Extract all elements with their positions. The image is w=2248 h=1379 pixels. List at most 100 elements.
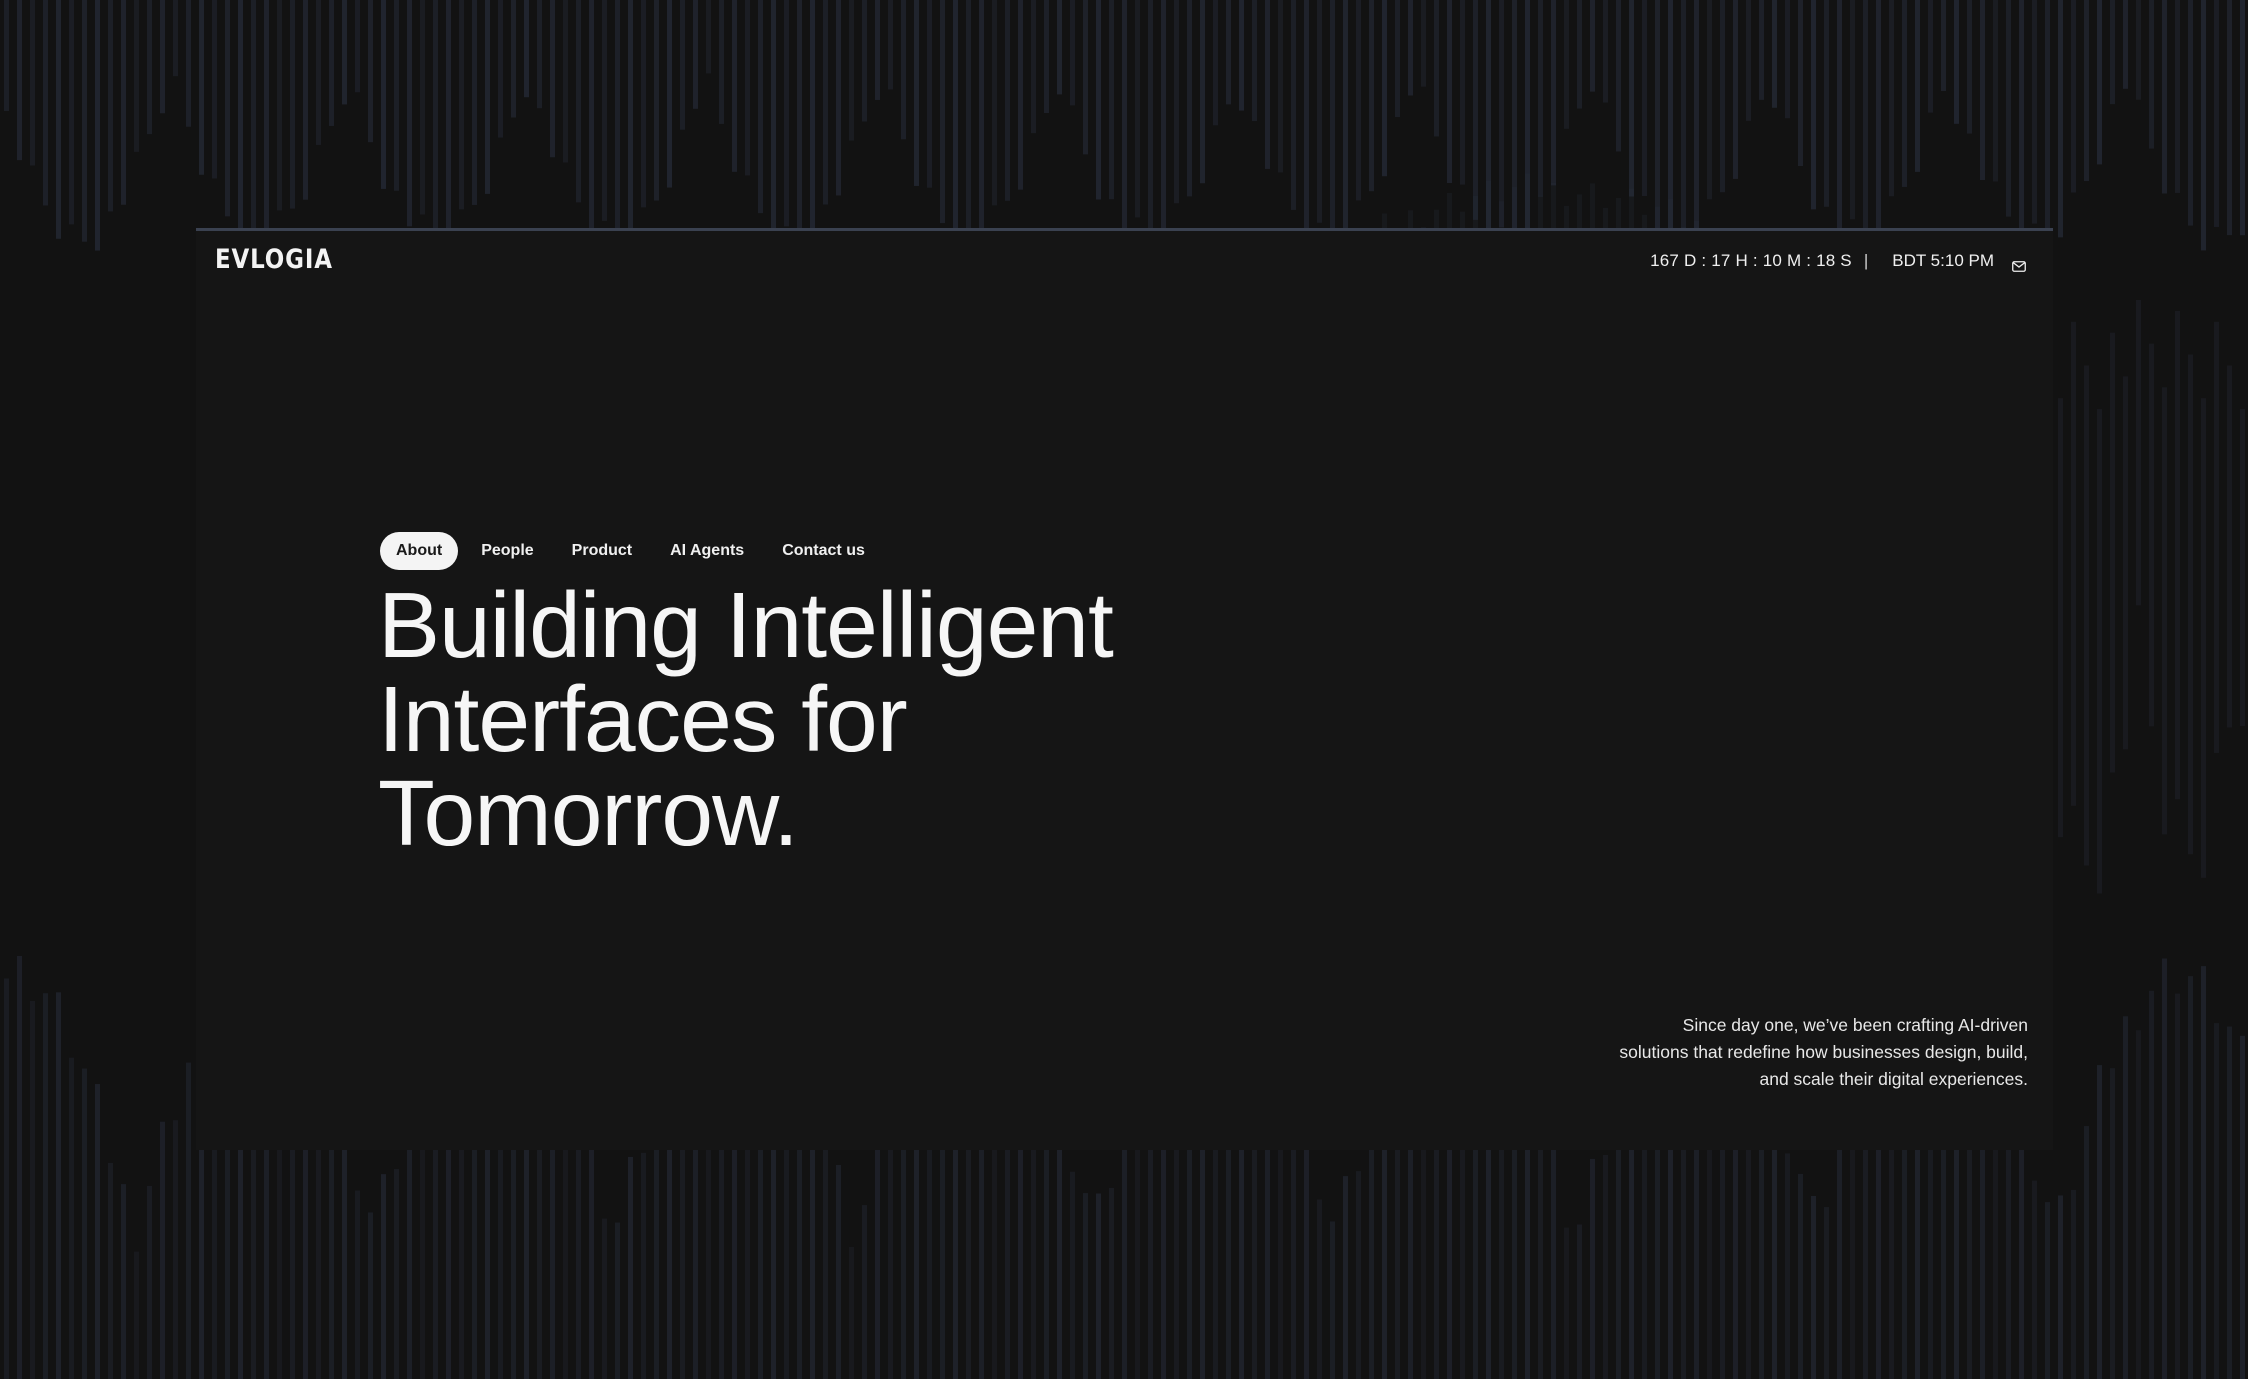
background-bar [1811,0,1816,210]
background-bar [2058,1195,2063,1379]
background-bar [2175,0,2180,193]
background-bar [2240,0,2245,236]
background-bar [875,1140,880,1379]
background-bar [43,993,48,1379]
background-bar [1083,1193,1088,1379]
background-bar [1980,0,1985,181]
background-bar [1291,0,1296,210]
background-bar [1096,0,1101,200]
background-bar [615,1222,620,1379]
background-bar [2136,1030,2141,1379]
nav-item-ai-agents[interactable]: AI Agents [651,532,763,570]
background-bar [1343,1176,1348,1379]
background-bar [2149,990,2154,1379]
background-bar [2058,398,2063,838]
background-bar [355,1190,360,1379]
background-bar [498,0,503,138]
background-bar [1382,0,1387,177]
background-bar [2162,0,2167,194]
background-bar [2032,0,2037,224]
background-bar [927,0,932,188]
background-bar [1759,0,1764,100]
background-bar [433,0,438,235]
background-bar [628,1156,633,1379]
background-bar [706,0,711,74]
background-bar [1681,0,1686,231]
hero-tagline: Since day one, we’ve been crafting AI-dr… [1558,1012,2028,1093]
background-bar [1733,0,1738,179]
background-bar [1785,1153,1790,1379]
background-bar [771,0,776,244]
envelope-icon[interactable] [2012,256,2026,272]
background-bar [121,0,126,205]
background-bar [901,0,906,140]
background-bar [576,0,581,203]
background-bar [667,0,672,188]
background-bar [2097,0,2102,165]
landing-page: EVLOGIA 167 D : 17 H : 10 M : 18 S | BDT… [0,0,2248,1379]
background-bar [888,0,893,90]
background-bar [2084,1126,2089,1379]
background-bar [888,1137,893,1379]
background-bar [2110,0,2115,105]
background-bar [836,1164,841,1379]
background-bar [2149,0,2154,149]
background-bar [420,0,425,215]
background-bar [641,0,646,208]
background-bar [1876,0,1881,239]
background-bar [1304,1119,1309,1379]
background-bar [1551,1146,1556,1379]
background-bar [17,955,22,1379]
background-bar [732,0,737,172]
background-bar [69,0,74,225]
background-bar [862,1205,867,1379]
background-bar [2071,1189,2076,1379]
background-bar [1590,1158,1595,1379]
background-bar [810,0,815,247]
background-bar [56,0,61,239]
background-bar [2006,0,2011,217]
background-bar [758,0,763,214]
background-bar [1356,0,1361,201]
background-bar [4,0,9,112]
background-bar [290,0,295,209]
background-bar [134,0,139,152]
background-bar [992,0,997,206]
nav-item-contact-us[interactable]: Contact us [763,532,884,570]
background-bar [1174,0,1179,204]
background-bar [1122,0,1127,233]
background-bar [2123,376,2128,750]
background-bar [1850,0,1855,220]
background-bar [1031,0,1036,134]
background-bar [160,0,165,114]
background-bar [30,1000,35,1379]
background-bar [1941,0,1946,92]
nav-item-people[interactable]: People [462,532,552,570]
background-bar [1538,1126,1543,1379]
background-bar [2188,0,2193,226]
background-bar [121,1184,126,1379]
background-bar [1824,0,1829,207]
nav-item-about[interactable]: About [380,532,459,570]
background-bar [1408,0,1413,96]
background-bar [836,0,841,196]
background-bar [1564,0,1569,129]
tagline-line: and scale their digital experiences. [1759,1069,2029,1089]
background-bar [1954,0,1959,124]
background-bar [1902,0,1907,187]
background-bar [524,0,529,98]
brand-logo[interactable]: EVLOGIA [215,246,333,274]
background-bar [1005,0,1010,201]
background-bar [1798,1173,1803,1379]
background-bar [2032,1180,2037,1379]
background-bar [238,0,243,248]
background-bar [1993,0,1998,182]
background-bar [979,0,984,243]
background-bar [2214,1023,2219,1379]
background-bar [108,0,113,212]
background-bar [1421,0,1426,87]
nav-item-product[interactable]: Product [553,532,651,570]
background-bar [1018,0,1023,190]
background-bar [2084,0,2089,182]
background-bar [2084,365,2089,866]
